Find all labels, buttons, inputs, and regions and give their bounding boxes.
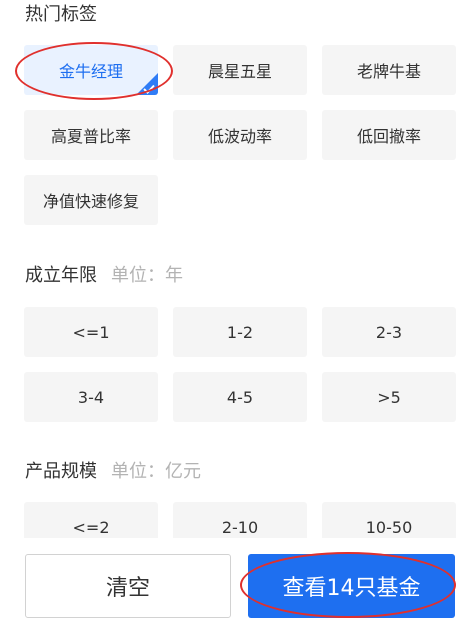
view-funds-button[interactable]: 查看14只基金 <box>248 554 455 618</box>
years-chip[interactable]: <=1 <box>24 307 158 357</box>
filter-panel: 热门标签 金牛经理 晨星五星 老牌牛基 高夏普比率 低波动率 低回撤率 净值快速… <box>0 0 464 629</box>
years-chip-label: 2-3 <box>375 322 403 342</box>
years-chip[interactable]: 4-5 <box>173 372 307 422</box>
scale-unit: 单位：亿元 <box>111 461 201 482</box>
years-chip-label: <=1 <box>72 322 110 342</box>
scale-chip-label: 2-10 <box>221 517 259 537</box>
tag-chip-jinniu-manager[interactable]: 金牛经理 <box>24 45 158 95</box>
scale-title: 产品规模 单位：亿元 <box>25 461 201 483</box>
tag-chip-label: 高夏普比率 <box>50 127 131 146</box>
years-chip[interactable]: 3-4 <box>24 372 158 422</box>
tag-chip-label: 老牌牛基 <box>356 62 421 81</box>
years-chip[interactable]: 1-2 <box>173 307 307 357</box>
hot-tags-title-text: 热门标签 <box>25 4 97 25</box>
years-chip-label: 1-2 <box>226 322 254 342</box>
tag-chip-low-drawdown[interactable]: 低回撤率 <box>322 110 456 160</box>
check-icon <box>143 84 155 94</box>
action-bar: 清空 查看14只基金 <box>0 538 464 629</box>
years-chip-label: >5 <box>377 387 401 407</box>
tag-chip-label: 金牛经理 <box>58 62 123 81</box>
tag-chip-label: 低回撤率 <box>356 127 421 146</box>
tag-chip-morningstar-five[interactable]: 晨星五星 <box>173 45 307 95</box>
years-chip-label: 3-4 <box>77 387 105 407</box>
tag-chip-nav-recovery[interactable]: 净值快速修复 <box>24 175 158 225</box>
tag-chip-high-sharpe[interactable]: 高夏普比率 <box>24 110 158 160</box>
years-title-text: 成立年限 <box>25 265 97 286</box>
years-grid: <=1 1-2 2-3 3-4 4-5 >5 <box>24 307 456 422</box>
years-chip[interactable]: 2-3 <box>322 307 456 357</box>
years-chip[interactable]: >5 <box>322 372 456 422</box>
years-title: 成立年限 单位：年 <box>25 265 183 287</box>
tag-chip-label: 净值快速修复 <box>42 192 139 211</box>
tag-chip-label: 低波动率 <box>207 127 272 146</box>
tag-chip-label: 晨星五星 <box>207 62 272 81</box>
view-funds-button-label: 查看14只基金 <box>282 576 421 601</box>
scale-title-text: 产品规模 <box>25 461 97 482</box>
hot-tags-title: 热门标签 <box>25 4 97 26</box>
years-unit: 单位：年 <box>111 265 183 286</box>
years-chip-label: 4-5 <box>226 387 254 407</box>
clear-button[interactable]: 清空 <box>25 554 231 618</box>
hot-tags-grid: 金牛经理 晨星五星 老牌牛基 高夏普比率 低波动率 低回撤率 净值快速修复 <box>24 45 456 225</box>
tag-chip-veteran-fund[interactable]: 老牌牛基 <box>322 45 456 95</box>
scale-chip-label: <=2 <box>72 517 110 537</box>
scale-chip-label: 10-50 <box>365 517 413 537</box>
tag-chip-low-volatility[interactable]: 低波动率 <box>173 110 307 160</box>
clear-button-label: 清空 <box>105 576 150 601</box>
